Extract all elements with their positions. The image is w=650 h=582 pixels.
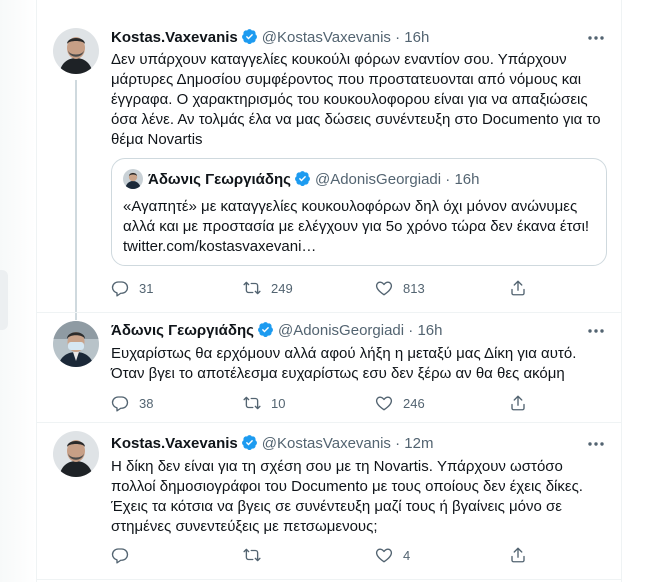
retweet-icon (243, 548, 261, 562)
display-name[interactable]: Kostas.Vaxevanis (111, 29, 238, 46)
reply-count: 38 (139, 396, 154, 411)
separator-dot: · (445, 171, 451, 188)
more-icon[interactable] (587, 35, 605, 41)
reply-icon (111, 281, 129, 297)
tweet-actions: 31 249 813 (111, 279, 531, 299)
separator-dot: · (395, 29, 401, 46)
quoted-display-name: Άδωνις Γεωργιάδης (148, 171, 291, 188)
more-icon[interactable] (587, 328, 605, 334)
avatar[interactable] (53, 431, 99, 477)
tweet-actions: 38 10 246 (111, 394, 531, 414)
tweet-text-line: Όταν βγει το αποτέλεσμα ευχαρίστως εσυ δ… (111, 365, 565, 382)
heart-icon (375, 281, 393, 296)
retweet-button[interactable]: 10 (243, 394, 285, 414)
tweet-header: Άδωνις Γεωργιάδης @AdonisGeorgiadi · 16h (111, 321, 442, 341)
more-icon[interactable] (587, 441, 605, 447)
tweet-text-line: θέμα Novartis (111, 131, 203, 148)
quoted-text-line: αλλά και με προστασία με ελέγχουν για 5ο… (123, 218, 590, 235)
share-icon (511, 280, 525, 296)
heart-icon (375, 548, 393, 563)
like-button[interactable]: 4 (375, 546, 410, 566)
tweet[interactable]: Kostas.Vaxevanis @KostasVaxevanis · 16h Δ… (37, 0, 621, 320)
reply-button[interactable]: 31 (111, 279, 153, 299)
avatar[interactable] (53, 28, 99, 74)
scroll-handle[interactable] (0, 270, 8, 330)
user-handle[interactable]: @KostasVaxevanis (262, 29, 391, 46)
retweet-count: 10 (271, 396, 286, 411)
retweet-button[interactable] (243, 546, 271, 566)
tweet-text-line: Ευχαρίστως θα ερχόμουν αλλά αφού λήξη η … (111, 345, 577, 362)
quoted-tweet-header: Άδωνις Γεωργιάδης @AdonisGeorgiadi · 16h (123, 169, 479, 190)
retweet-icon (243, 281, 261, 295)
like-count: 246 (403, 396, 425, 411)
tweet-header: Kostas.Vaxevanis @KostasVaxevanis · 16h (111, 28, 429, 48)
verified-badge-icon (241, 29, 257, 44)
retweet-button[interactable]: 249 (243, 279, 293, 299)
tweet-thread: Kostas.Vaxevanis @KostasVaxevanis · 16h Δ… (36, 0, 622, 582)
share-icon (511, 395, 525, 411)
display-name[interactable]: Άδωνις Γεωργιάδης (111, 322, 254, 339)
tweet-text-line: Η δίκη δεν είναι για τη σχέση σου με τη … (111, 458, 563, 475)
user-handle[interactable]: @AdonisGeorgiadi (278, 322, 404, 339)
tweet-text-line: έγγραφα. Ο χαρακτηρισμός του κουκουλοφορ… (111, 91, 588, 108)
display-name[interactable]: Kostas.Vaxevanis (111, 435, 238, 452)
tweet-text: Ευχαρίστως θα ερχόμουν αλλά αφού λήξη η … (111, 344, 601, 384)
left-sidebar-edge (0, 0, 36, 582)
avatar[interactable] (53, 321, 99, 367)
like-count: 813 (403, 281, 425, 296)
reply-icon (111, 396, 129, 412)
quoted-tweet[interactable]: Άδωνις Γεωργιάδης @AdonisGeorgiadi · 16h … (111, 158, 607, 266)
tweet[interactable]: Άδωνις Γεωργιάδης @AdonisGeorgiadi · 16h … (37, 312, 621, 424)
quoted-timestamp: 16h (454, 171, 480, 188)
retweet-count: 249 (271, 281, 293, 296)
share-icon (511, 547, 525, 563)
tweet-divider (37, 579, 621, 580)
user-handle[interactable]: @KostasVaxevanis (262, 435, 391, 452)
quoted-text-line: «Αγαπητέ» με καταγγελίες κουκουλοφόρων δ… (123, 198, 578, 215)
tweet-text: Η δίκη δεν είναι για τη σχέση σου με τη … (111, 457, 601, 537)
reply-button[interactable]: 38 (111, 394, 153, 414)
verified-badge-icon (241, 435, 257, 450)
heart-icon (375, 396, 393, 411)
reply-icon (111, 548, 129, 564)
quoted-avatar (123, 169, 143, 189)
retweet-icon (243, 396, 261, 410)
share-button[interactable] (509, 394, 537, 414)
verified-badge-icon (295, 171, 310, 186)
tweet-actions: 4 (111, 546, 531, 566)
verified-badge-icon (258, 322, 273, 337)
reply-button[interactable] (111, 546, 139, 566)
tweet-text-line: Έχεις τα κότσια να βγεις σε συνέντευξη μ… (111, 498, 562, 515)
share-button[interactable] (509, 279, 537, 299)
separator-dot: · (395, 435, 401, 452)
tweet-text-line: όσα λένε. Αν τολμάς έλα να μας δώσεις συ… (111, 111, 601, 128)
share-button[interactable] (509, 546, 537, 566)
reply-count: 31 (139, 281, 154, 296)
tweet-text-line: μάρτυρες Δημοσίου συμφέροντος που προστα… (111, 71, 582, 88)
tweet-text: Δεν υπάρχουν καταγγελίες κουκούλι φόρων … (111, 50, 601, 150)
tweet[interactable]: Kostas.Vaxevanis @KostasVaxevanis · 12m Η… (37, 422, 621, 580)
separator-dot: · (408, 322, 414, 339)
quoted-user-handle: @AdonisGeorgiadi (314, 171, 442, 188)
like-count: 4 (403, 548, 411, 563)
timestamp[interactable]: 16h (417, 322, 442, 339)
quoted-link[interactable]: twitter.com/kostasvaxevani… (123, 237, 589, 257)
tweet-header: Kostas.Vaxevanis @KostasVaxevanis · 12m (111, 434, 433, 454)
quoted-tweet-text: «Αγαπητέ» με καταγγελίες κουκουλοφόρων δ… (123, 197, 589, 257)
tweet-text-line: Δεν υπάρχουν καταγγελίες κουκούλι φόρων … (111, 51, 567, 68)
tweet-text-line: στημένες συνεντεύξεις με πετσωμενους; (111, 518, 378, 535)
tweet-text-line: πολλοί δημοσιογράφοι του Documento με το… (111, 478, 583, 495)
timestamp[interactable]: 12m (404, 435, 433, 452)
like-button[interactable]: 246 (375, 394, 425, 414)
thread-line (75, 80, 77, 320)
like-button[interactable]: 813 (375, 279, 425, 299)
timestamp[interactable]: 16h (404, 29, 429, 46)
